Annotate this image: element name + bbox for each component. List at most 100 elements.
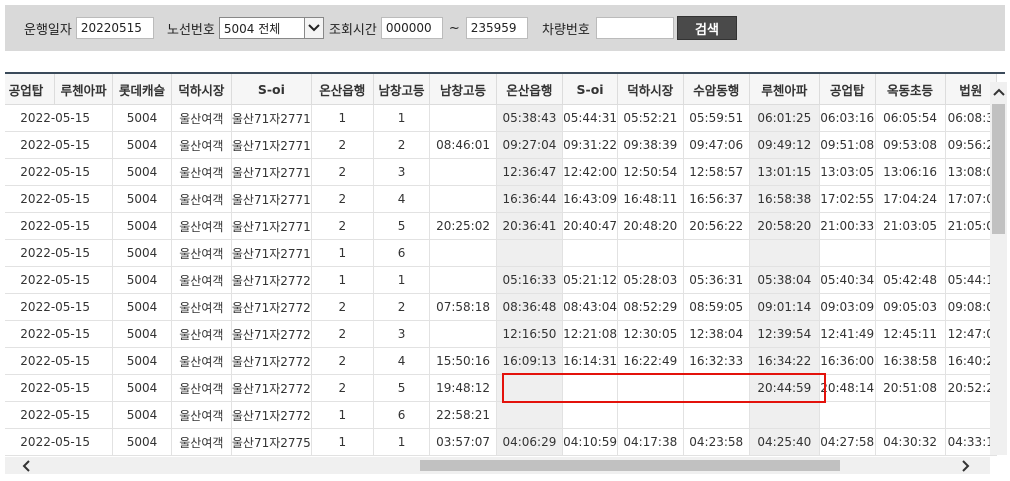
table-row[interactable]: 2022-05-15 5004 울산여객 울산71자2771 2 5 20:25:02 20:… xyxy=(5,212,997,240)
table-cell xyxy=(429,239,497,267)
vehicle-filter: 차량번호 xyxy=(542,5,674,51)
table-cell: 5004 xyxy=(112,374,172,402)
table-cell: 울산여객 xyxy=(170,320,232,348)
table-row[interactable]: 2022-05-15 5004 울산여객 울산71자2772 2 3 12:16:50 12:… xyxy=(5,320,997,348)
table-cell: 16:09:13 xyxy=(495,347,564,375)
table-cell: 05:40:34 xyxy=(818,266,876,294)
column-header[interactable]: 온산읍행 xyxy=(495,74,564,105)
table-cell: 20:40:47 xyxy=(562,212,619,240)
table-cell xyxy=(617,401,684,429)
table-row[interactable]: 2022-05-15 5004 울산여객 울산71자2771 2 2 08:46:01 09:… xyxy=(5,131,997,159)
column-header[interactable]: 롯데캐슬 xyxy=(112,74,172,105)
table-cell: 2 xyxy=(372,131,431,159)
chevron-right-icon[interactable] xyxy=(957,457,974,474)
table-cell: 09:38:39 xyxy=(617,131,684,159)
table-cell xyxy=(818,239,876,267)
table-cell: 13:03:05 xyxy=(818,158,876,186)
table-cell: 20:48:14 xyxy=(818,374,876,402)
table-cell: 09:47:06 xyxy=(682,131,750,159)
table-cell: 12:30:05 xyxy=(617,320,684,348)
table-cell xyxy=(562,374,619,402)
table-cell: 21:05:0 xyxy=(944,212,997,240)
table-cell: 17:02:55 xyxy=(818,185,876,213)
column-header[interactable]: 루첸아파 xyxy=(748,74,820,105)
table-cell: 4 xyxy=(372,347,431,375)
column-header[interactable]: S-oi xyxy=(230,74,312,105)
table-cell: 울산여객 xyxy=(170,131,232,159)
column-header[interactable]: S-oi xyxy=(562,74,619,105)
chevron-down-icon[interactable] xyxy=(303,18,323,38)
table-cell: 16:40:2 xyxy=(944,347,997,375)
time-to-input[interactable] xyxy=(465,17,528,39)
table-cell: 05:28:03 xyxy=(617,266,684,294)
table-cell: 울산여객 xyxy=(170,266,232,294)
table-cell xyxy=(429,158,497,186)
column-header[interactable]: 옥동초등 xyxy=(874,74,946,105)
table-cell: 08:36:48 xyxy=(495,293,564,321)
table-cell: 16:32:33 xyxy=(682,347,750,375)
table-cell: 05:38:43 xyxy=(495,104,564,132)
table-cell: 울산71자2772 xyxy=(230,374,312,402)
table-row[interactable]: 2022-05-15 5004 울산여객 울산71자2771 1 6 xyxy=(5,239,997,267)
table-row[interactable]: 2022-05-15 5004 울산여객 울산71자2772 1 1 05:16:33 05:… xyxy=(5,266,997,294)
table-cell: 1 xyxy=(372,428,431,456)
table-cell: 1 xyxy=(310,104,374,132)
table-cell: 5004 xyxy=(112,131,172,159)
column-header[interactable]: 공업탑 xyxy=(818,74,876,105)
table-cell: 2022-05-15 xyxy=(5,158,114,186)
table-row[interactable]: 2022-05-15 5004 울산여객 울산71자2771 2 3 12:36:47 12:… xyxy=(5,158,997,186)
table-cell xyxy=(944,239,997,267)
table-row[interactable]: 2022-05-15 5004 울산여객 울산71자2772 1 6 22:58:21 xyxy=(5,401,997,429)
table-row[interactable]: 2022-05-15 5004 울산여객 울산71자2771 1 1 05:38:43 05:… xyxy=(5,104,997,132)
vertical-scroll-thumb[interactable] xyxy=(992,104,1005,234)
table-cell: 2022-05-15 xyxy=(5,131,114,159)
time-label: 조회시간 xyxy=(329,22,377,38)
table-cell: 울산71자2771 xyxy=(230,104,312,132)
table-row[interactable]: 2022-05-15 5004 울산여객 울산71자2772 2 2 07:58:18 08:… xyxy=(5,293,997,321)
table-cell: 2022-05-15 xyxy=(5,401,114,429)
date-input[interactable] xyxy=(75,17,154,39)
table-row[interactable]: 2022-05-15 5004 울산여객 울산71자2771 2 4 16:36:44 16:… xyxy=(5,185,997,213)
table-cell: 08:46:01 xyxy=(429,131,497,159)
table-cell: 05:42:48 xyxy=(874,266,946,294)
route-filter: 노선번호 5004 전체 xyxy=(167,5,324,51)
table-row[interactable]: 2022-05-15 5004 울산여객 울산71자2772 2 5 19:48:12 20:… xyxy=(5,374,997,402)
time-from-input[interactable] xyxy=(380,17,443,39)
table-cell: 울산71자2775 xyxy=(230,428,312,456)
table-cell xyxy=(495,401,564,429)
column-header[interactable]: 공업탑 xyxy=(5,74,55,105)
table-cell: 울산71자2772 xyxy=(230,401,312,429)
table-cell: 05:21:12 xyxy=(562,266,619,294)
chevron-up-icon[interactable] xyxy=(990,84,1007,100)
vertical-scrollbar[interactable] xyxy=(990,82,1007,455)
table-cell: 3 xyxy=(372,158,431,186)
table-cell: 5 xyxy=(372,212,431,240)
column-header[interactable]: 덕하시장 xyxy=(617,74,684,105)
horizontal-scroll-thumb[interactable] xyxy=(420,460,840,471)
column-header[interactable]: 루첸아파 xyxy=(53,74,114,105)
chevron-left-icon[interactable] xyxy=(17,457,34,474)
column-header[interactable]: 수암동행 xyxy=(682,74,750,105)
column-header[interactable]: 덕하시장 xyxy=(170,74,232,105)
table-cell: 2 xyxy=(310,347,374,375)
column-header[interactable]: 법원 xyxy=(944,74,997,105)
table-cell: 09:08:0 xyxy=(944,293,997,321)
vehicle-input[interactable] xyxy=(595,17,674,39)
table-row[interactable]: 2022-05-15 5004 울산여객 울산71자2772 2 4 15:50:16 16:… xyxy=(5,347,997,375)
table-header: 공업탑 루첸아파 롯데캐슬 덕하시장 S-oi 온산읍행 남창고등 남창고등 온산읍행 S-oi 덕… xyxy=(5,74,997,105)
table-cell: 2 xyxy=(310,185,374,213)
column-header[interactable]: 온산읍행 xyxy=(310,74,374,105)
horizontal-scrollbar[interactable] xyxy=(5,457,990,474)
table-cell: 17:07:0 xyxy=(944,185,997,213)
time-filter: 조회시간 ~ xyxy=(329,5,528,51)
time-separator: ~ xyxy=(448,20,460,36)
column-header[interactable]: 남창고등 xyxy=(429,74,497,105)
table-cell: 울산71자2771 xyxy=(230,185,312,213)
column-header[interactable]: 남창고등 xyxy=(372,74,431,105)
table-row[interactable]: 2022-05-15 5004 울산여객 울산71자2775 1 1 03:57:07 04:… xyxy=(5,428,997,456)
route-select[interactable]: 5004 전체 xyxy=(218,17,324,39)
table-cell: 12:38:04 xyxy=(682,320,750,348)
search-button[interactable]: 검색 xyxy=(677,16,737,40)
table-cell: 1 xyxy=(310,239,374,267)
table-cell: 09:03:09 xyxy=(818,293,876,321)
